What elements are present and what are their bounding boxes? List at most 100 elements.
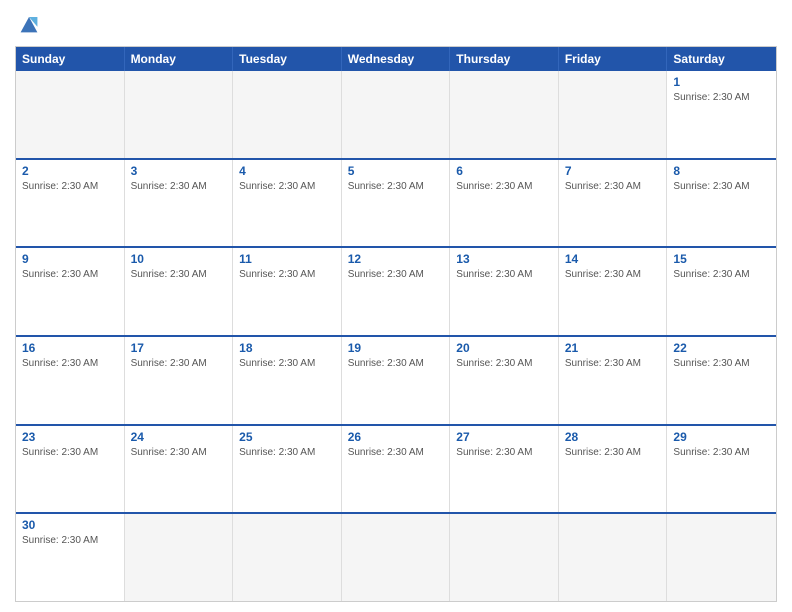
day-info: Sunrise: 2:30 AM (239, 180, 335, 193)
header (15, 10, 777, 38)
calendar-cell: 21 Sunrise: 2:30 AM (559, 337, 668, 424)
calendar-cell (125, 71, 234, 158)
calendar-cell: 2Sunrise: 2:30 AM (16, 160, 125, 247)
day-info: Sunrise: 2:30 AM (565, 446, 661, 459)
day-number: 3 (131, 164, 227, 178)
calendar: SundayMondayTuesdayWednesdayThursdayFrid… (15, 46, 777, 602)
calendar-cell: 16Sunrise: 2:30 AM (16, 337, 125, 424)
day-number: 24 (131, 430, 227, 444)
weekday-header: Thursday (450, 47, 559, 71)
day-info: Sunrise: 2:30 AM (565, 357, 661, 370)
calendar-row: 1 Sunrise: 2:30 AM (16, 71, 776, 158)
calendar-cell: 18Sunrise: 2:30 AM (233, 337, 342, 424)
day-number: 1 (673, 75, 770, 89)
day-number: 19 (348, 341, 444, 355)
weekday-header: Sunday (16, 47, 125, 71)
calendar-cell: 8 Sunrise: 2:30 AM (667, 160, 776, 247)
day-info: Sunrise: 2:30 AM (456, 357, 552, 370)
day-number: 13 (456, 252, 552, 266)
day-info: Sunrise: 2:30 AM (565, 268, 661, 281)
calendar-cell: 14 Sunrise: 2:30 AM (559, 248, 668, 335)
day-number: 20 (456, 341, 552, 355)
day-info: Sunrise: 2:30 AM (348, 268, 444, 281)
calendar-cell: 5 Sunrise: 2:30 AM (342, 160, 451, 247)
day-number: 5 (348, 164, 444, 178)
calendar-cell: 22Sunrise: 2:30 AM (667, 337, 776, 424)
day-info: Sunrise: 2:30 AM (131, 357, 227, 370)
calendar-cell (450, 514, 559, 601)
calendar-cell: 6 Sunrise: 2:30 AM (450, 160, 559, 247)
calendar-cell (16, 71, 125, 158)
day-number: 11 (239, 252, 335, 266)
day-info: Sunrise: 2:30 AM (131, 446, 227, 459)
day-info: Sunrise: 2:30 AM (348, 446, 444, 459)
day-info: Sunrise: 2:30 AM (348, 180, 444, 193)
day-number: 14 (565, 252, 661, 266)
day-info: Sunrise: 2:30 AM (673, 180, 770, 193)
day-number: 9 (22, 252, 118, 266)
logo-icon (15, 10, 43, 38)
calendar-row: 23 Sunrise: 2:30 AM 24 Sunrise: 2:30 AM 25 Su… (16, 424, 776, 513)
calendar-cell: 9 Sunrise: 2:30 AM (16, 248, 125, 335)
day-info: Sunrise: 2:30 AM (456, 180, 552, 193)
calendar-body: 1 Sunrise: 2:30 AM 2Sunrise: 2:30 AM 3 Sunri… (16, 71, 776, 601)
calendar-cell: 30Sunrise: 2:30 AM (16, 514, 125, 601)
day-info: Sunrise: 2:30 AM (239, 357, 335, 370)
page: SundayMondayTuesdayWednesdayThursdayFrid… (0, 0, 792, 612)
calendar-cell: 11Sunrise: 2:30 AM (233, 248, 342, 335)
calendar-cell: 25 Sunrise: 2:30 AM (233, 426, 342, 513)
calendar-cell: 1 Sunrise: 2:30 AM (667, 71, 776, 158)
weekday-header: Monday (125, 47, 234, 71)
calendar-cell: 17Sunrise: 2:30 AM (125, 337, 234, 424)
day-number: 28 (565, 430, 661, 444)
day-info: Sunrise: 2:30 AM (131, 268, 227, 281)
day-info: Sunrise: 2:30 AM (22, 534, 118, 547)
weekday-header: Saturday (667, 47, 776, 71)
day-number: 15 (673, 252, 770, 266)
calendar-cell: 19 Sunrise: 2:30 AM (342, 337, 451, 424)
calendar-cell: 27 Sunrise: 2:30 AM (450, 426, 559, 513)
calendar-cell: 24 Sunrise: 2:30 AM (125, 426, 234, 513)
calendar-header: SundayMondayTuesdayWednesdayThursdayFrid… (16, 47, 776, 71)
day-info: Sunrise: 2:30 AM (456, 446, 552, 459)
day-info: Sunrise: 2:30 AM (673, 91, 770, 104)
day-info: Sunrise: 2:30 AM (22, 268, 118, 281)
day-number: 29 (673, 430, 770, 444)
calendar-cell (233, 514, 342, 601)
calendar-cell (559, 514, 668, 601)
calendar-cell (667, 514, 776, 601)
day-number: 4 (239, 164, 335, 178)
day-info: Sunrise: 2:30 AM (22, 357, 118, 370)
calendar-row: 9Sunrise: 2:30 AM10Sunrise: 2:30 AM11Sun… (16, 246, 776, 335)
day-number: 8 (673, 164, 770, 178)
day-info: Sunrise: 2:30 AM (565, 180, 661, 193)
calendar-cell: 10Sunrise: 2:30 AM (125, 248, 234, 335)
day-number: 22 (673, 341, 770, 355)
calendar-row: 2Sunrise: 2:30 AM 3 Sunrise: 2:30 AM 4 Sunri… (16, 158, 776, 247)
calendar-cell (342, 514, 451, 601)
calendar-cell: 20 Sunrise: 2:30 AM (450, 337, 559, 424)
calendar-row: 16Sunrise: 2:30 AM17Sunrise: 2:30 AM18Su… (16, 335, 776, 424)
day-number: 23 (22, 430, 118, 444)
day-info: Sunrise: 2:30 AM (348, 357, 444, 370)
day-number: 6 (456, 164, 552, 178)
day-number: 26 (348, 430, 444, 444)
calendar-row: 30Sunrise: 2:30 AM (16, 512, 776, 601)
weekday-header: Wednesday (342, 47, 451, 71)
calendar-cell (450, 71, 559, 158)
day-info: Sunrise: 2:30 AM (22, 180, 118, 193)
calendar-cell (342, 71, 451, 158)
day-number: 27 (456, 430, 552, 444)
day-info: Sunrise: 2:30 AM (22, 446, 118, 459)
day-info: Sunrise: 2:30 AM (239, 446, 335, 459)
calendar-cell: 26 Sunrise: 2:30 AM (342, 426, 451, 513)
day-info: Sunrise: 2:30 AM (131, 180, 227, 193)
calendar-cell: 13Sunrise: 2:30 AM (450, 248, 559, 335)
day-number: 21 (565, 341, 661, 355)
day-number: 7 (565, 164, 661, 178)
day-number: 25 (239, 430, 335, 444)
calendar-cell (559, 71, 668, 158)
calendar-cell: 28 Sunrise: 2:30 AM (559, 426, 668, 513)
logo (15, 10, 47, 38)
calendar-cell: 23 Sunrise: 2:30 AM (16, 426, 125, 513)
